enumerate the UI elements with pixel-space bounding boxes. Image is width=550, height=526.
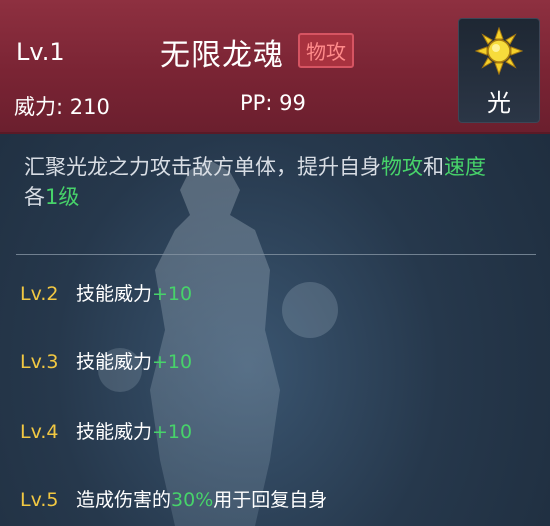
upgrade-bonus: 30% bbox=[171, 489, 214, 511]
skill-level: Lv.1 bbox=[16, 38, 65, 66]
upgrade-bonus: +10 bbox=[152, 283, 193, 305]
desc-highlight-attack: 物攻 bbox=[381, 155, 423, 179]
character-illustration bbox=[98, 160, 338, 526]
upgrade-text: 造成伤害的 bbox=[76, 489, 172, 511]
upgrade-level: Lv.3 bbox=[20, 351, 59, 373]
sun-icon bbox=[475, 27, 523, 75]
upgrade-row-lv5: Lv.5 造成伤害的30%用于回复自身 bbox=[20, 485, 327, 512]
upgrade-level: Lv.2 bbox=[20, 283, 59, 305]
desc-highlight-speed: 速度 bbox=[444, 155, 486, 179]
upgrade-text-suffix: 用于回复自身 bbox=[213, 489, 328, 511]
element-badge: 光 bbox=[458, 18, 540, 123]
desc-text: 各 bbox=[24, 185, 45, 209]
upgrade-text: 技能威力 bbox=[76, 421, 153, 443]
upgrade-text: 技能威力 bbox=[76, 351, 153, 373]
upgrade-bonus: +10 bbox=[152, 421, 193, 443]
element-label: 光 bbox=[487, 89, 511, 117]
skill-power: 威力: 210 bbox=[14, 95, 110, 119]
skill-pp: PP: 99 bbox=[240, 91, 306, 115]
skill-name: 无限龙魂 bbox=[160, 38, 284, 73]
desc-text: 和 bbox=[423, 155, 444, 179]
upgrade-text: 技能威力 bbox=[76, 283, 153, 305]
divider bbox=[16, 254, 536, 255]
desc-text: 汇聚光龙之力攻击敌方单体，提升自身 bbox=[24, 155, 381, 179]
upgrade-level: Lv.4 bbox=[20, 421, 59, 443]
upgrade-row-lv4: Lv.4 技能威力+10 bbox=[20, 417, 192, 444]
upgrade-row-lv3: Lv.3 技能威力+10 bbox=[20, 347, 192, 374]
skill-category-badge: 物攻 bbox=[298, 33, 354, 68]
skill-header: Lv.1 无限龙魂 物攻 威力: 210 PP: 99 光 bbox=[0, 0, 550, 134]
desc-highlight-stage: 1级 bbox=[45, 185, 80, 209]
skill-description: 汇聚光龙之力攻击敌方单体，提升自身物攻和速度 各1级 bbox=[24, 152, 529, 212]
skill-detail-panel: Lv.1 无限龙魂 物攻 威力: 210 PP: 99 光 汇聚光龙之力攻击敌方… bbox=[0, 0, 550, 526]
upgrade-level: Lv.5 bbox=[20, 489, 59, 511]
upgrade-row-lv2: Lv.2 技能威力+10 bbox=[20, 279, 192, 306]
upgrade-bonus: +10 bbox=[152, 351, 193, 373]
